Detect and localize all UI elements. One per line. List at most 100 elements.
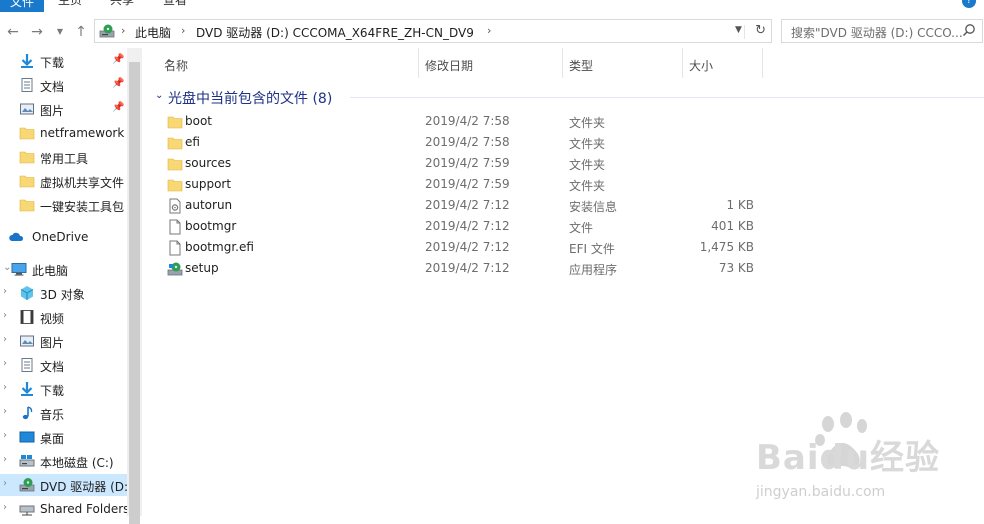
file-row[interactable]: bootmgr.efi 2019/4/2 7:12 EFI 文件 1,475 K… [152,237,984,258]
tab-file[interactable]: 文件 [0,0,44,12]
navigation-pane: 下载 📌 文档 📌 图片 📌 netframework 常用工具 虚拟机共享文件… [0,48,142,524]
nav-item-pc-pictures[interactable]: › 图片 [0,330,127,352]
up-button[interactable]: ↑ [72,24,90,40]
chevron-right-icon[interactable]: › [3,358,7,369]
file-name: boot [185,114,213,128]
chevron-right-icon[interactable]: › [3,502,7,513]
file-row[interactable]: support 2019/4/2 7:59 文件夹 [152,174,984,195]
chevron-down-icon[interactable]: ⌄ [155,90,163,101]
refresh-icon[interactable]: ↻ [755,23,766,38]
dvd-drive-icon [99,24,115,38]
breadcrumb-separator: › [121,24,126,37]
nav-item-pc-documents[interactable]: › 文档 [0,354,127,376]
file-name: autorun [185,198,233,212]
file-date: 2019/4/2 7:12 [425,219,510,233]
nav-item-3d-objects[interactable]: › 3D 对象 [0,282,127,304]
document-icon [21,358,33,372]
file-row[interactable]: autorun 2019/4/2 7:12 安装信息 1 KB [152,195,984,216]
file-name: efi [185,135,200,149]
file-type: 安装信息 [569,200,618,214]
file-type: 文件夹 [569,179,606,193]
nav-item-this-pc[interactable]: ⌄ 此电脑 [0,258,127,280]
address-toolbar: ← → ▼ ↑ › 此电脑 › DVD 驱动器 (D:) CCCOMA_X64F… [0,14,984,48]
search-icon[interactable] [962,23,976,37]
file-row[interactable]: sources 2019/4/2 7:59 文件夹 [152,153,984,174]
nav-item-desktop[interactable]: › 桌面 [0,426,127,448]
file-row[interactable]: setup 2019/4/2 7:12 应用程序 73 KB [152,258,984,279]
nav-scrollbar[interactable] [127,48,142,524]
column-header-date[interactable]: 修改日期 [413,48,563,78]
nav-item-common-tools[interactable]: 常用工具 [0,146,127,168]
drive-icon [19,455,35,467]
search-placeholder: 搜索"DVD 驱动器 (D:) CCCO... [791,26,963,40]
file-row[interactable]: boot 2019/4/2 7:58 文件夹 [152,111,984,132]
nav-item-videos[interactable]: › 视频 [0,306,127,328]
file-row[interactable]: efi 2019/4/2 7:58 文件夹 [152,132,984,153]
recent-locations-button[interactable]: ▼ [51,24,69,40]
file-type: 文件夹 [569,116,606,130]
nav-item-shared-folders[interactable]: › Shared Folders [0,498,127,520]
help-icon[interactable]: ? [962,0,976,8]
nav-item-vm-shared[interactable]: 虚拟机共享文件 [0,170,127,192]
column-header-type[interactable]: 类型 [557,48,683,78]
file-size: 401 KB [711,219,754,233]
file-row[interactable]: bootmgr 2019/4/2 7:12 文件 401 KB [152,216,984,237]
nav-item-documents[interactable]: 文档 📌 [0,74,127,96]
chevron-right-icon[interactable]: › [3,310,7,321]
file-date: 2019/4/2 7:12 [425,261,510,275]
file-type: 文件夹 [569,137,606,151]
file-size: 1 KB [726,198,754,212]
chevron-right-icon[interactable]: › [3,478,7,489]
nav-item-install-toolkit[interactable]: 一键安装工具包 [0,194,127,216]
group-title: 光盘中当前包含的文件 (8) [168,91,333,107]
file-icon [169,219,181,235]
file-date: 2019/4/2 7:59 [425,156,510,170]
dvd-drive-icon [19,478,35,492]
tab-home[interactable]: 主页 [58,0,82,8]
tab-view[interactable]: 查看 [163,0,187,8]
file-name: bootmgr.efi [185,240,254,254]
nav-item-pictures[interactable]: 图片 📌 [0,98,127,120]
address-bar[interactable]: › 此电脑 › DVD 驱动器 (D:) CCCOMA_X64FRE_ZH-CN… [94,19,772,43]
breadcrumb-dvd-drive[interactable]: DVD 驱动器 (D:) CCCOMA_X64FRE_ZH-CN_DV9 [196,24,474,41]
nav-item-onedrive[interactable]: OneDrive [0,226,127,248]
cube-icon [20,286,34,300]
nav-item-music[interactable]: › 音乐 [0,402,127,424]
pin-icon: 📌 [112,54,125,65]
nav-item-pc-downloads[interactable]: › 下载 [0,378,127,400]
tab-share[interactable]: 共享 [110,0,134,8]
chevron-right-icon[interactable]: › [3,334,7,345]
search-box[interactable]: 搜索"DVD 驱动器 (D:) CCCO... [781,19,983,43]
nav-item-local-disk-c[interactable]: › 本地磁盘 (C:) [0,450,127,472]
chevron-right-icon[interactable]: › [3,454,7,465]
file-size: 1,475 KB [699,240,754,254]
group-divider [350,97,984,98]
watermark-brand: Baidu经验 [756,438,941,478]
pin-icon: 📌 [112,78,125,89]
folder-icon [19,127,35,140]
chevron-right-icon[interactable]: › [3,406,7,417]
nav-item-netframework[interactable]: netframework [0,122,127,144]
forward-button[interactable]: → [28,24,46,40]
folder-icon [167,179,183,192]
network-drive-icon [19,505,35,516]
breadcrumb-separator: › [181,24,186,37]
setup-app-icon [167,262,183,276]
address-history-chevron-icon[interactable]: ▼ [733,25,745,39]
chevron-right-icon[interactable]: › [3,430,7,441]
column-header-size[interactable]: 大小 [677,48,763,78]
video-icon [20,310,34,324]
back-button[interactable]: ← [4,24,22,40]
breadcrumb-this-pc[interactable]: 此电脑 [135,24,171,41]
nav-item-downloads[interactable]: 下载 📌 [0,50,127,72]
file-type: 应用程序 [569,263,618,277]
nav-scrollbar-thumb[interactable] [129,62,140,524]
pin-icon: 📌 [112,102,125,113]
folder-icon [19,175,35,188]
chevron-right-icon[interactable]: › [3,382,7,393]
column-header-name[interactable]: ⌃ 名称 [152,48,419,78]
nav-item-dvd-drive[interactable]: › DVD 驱动器 (D: [0,474,127,496]
folder-icon [167,137,183,150]
chevron-right-icon[interactable]: › [3,286,7,297]
group-header[interactable]: ⌄ 光盘中当前包含的文件 (8) [152,86,984,108]
